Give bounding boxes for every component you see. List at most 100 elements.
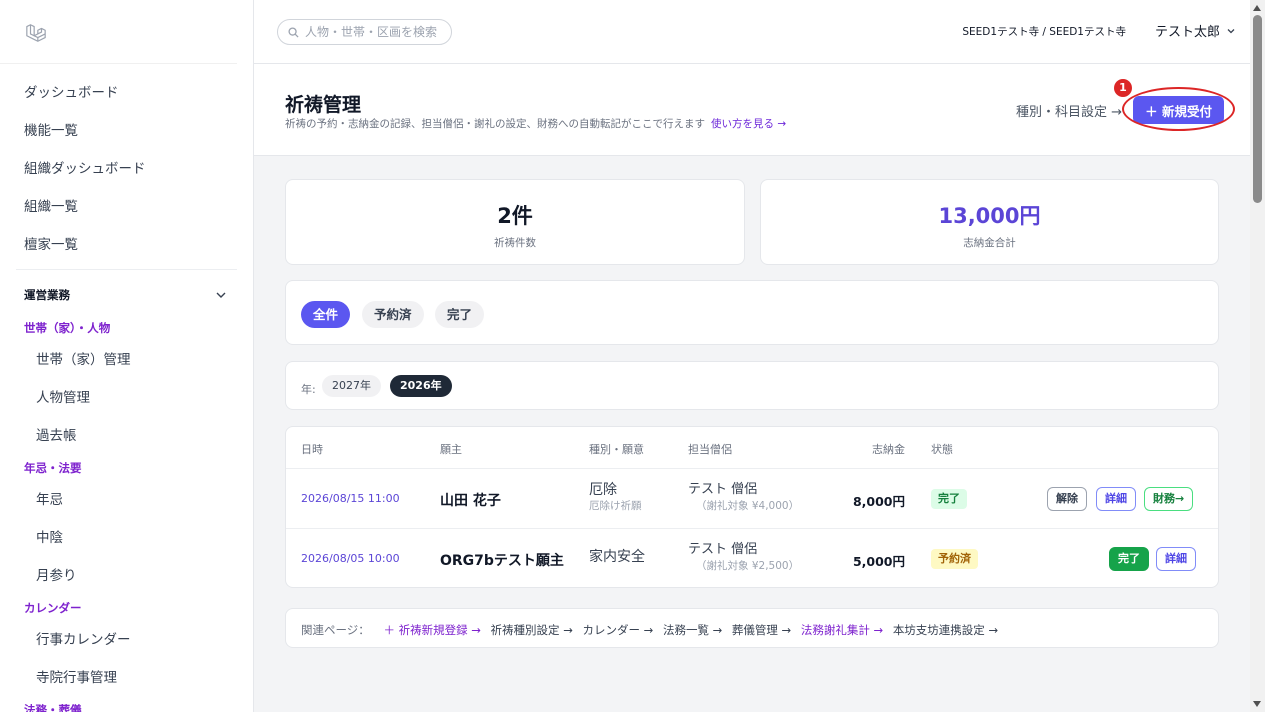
page-subtitle: 祈祷の予約・志納金の記録、担当僧侶・謝礼の設定、財務への自動転記がここで行えます… <box>285 116 786 131</box>
sidebar-item-household-mgmt[interactable]: 世帯（家）管理 <box>0 341 253 379</box>
page-title: 祈祷管理 <box>285 94 362 116</box>
sidebar-item-features[interactable]: 機能一覧 <box>0 112 253 150</box>
row-priest-fee: （謝礼対象 ¥4,000） <box>696 500 800 512</box>
sidebar-item-temple-events[interactable]: 寺院行事管理 <box>0 659 253 697</box>
col-header-status: 状態 <box>931 443 953 456</box>
table-row[interactable]: 2026/08/15 11:00 山田 花子 厄除 厄除け祈願 テスト 僧侶 （… <box>286 468 1218 528</box>
unlock-button[interactable]: 解除 <box>1047 487 1087 511</box>
year-filter-label: 年: <box>301 383 316 396</box>
related-pages: 関連ページ： ＋ 祈祷新規登録 → 祈祷種別設定 → カレンダー → 法務一覧 … <box>301 622 1004 638</box>
complete-button[interactable]: 完了 <box>1109 547 1149 571</box>
status-badge: 完了 <box>931 489 967 509</box>
row-patron: 山田 花子 <box>440 493 501 509</box>
new-reception-button[interactable]: ＋ 新規受付 <box>1133 96 1224 124</box>
page-scrollbar[interactable] <box>1250 0 1265 712</box>
filter-reserved[interactable]: 予約済 <box>362 301 424 328</box>
row-datetime[interactable]: 2026/08/05 10:00 <box>301 552 400 565</box>
finance-button[interactable]: 財務→ <box>1144 487 1194 511</box>
section-label: 運営業務 <box>24 288 70 302</box>
sidebar-group-calendar: カレンダー <box>24 601 82 615</box>
stat-count-label: 祈祷件数 <box>494 237 536 249</box>
col-header-kind: 種別・願意 <box>589 443 644 456</box>
related-link-calendar[interactable]: カレンダー → <box>583 623 654 637</box>
stat-count-value: 2件 <box>497 204 533 228</box>
scrollbar-thumb[interactable] <box>1253 15 1262 203</box>
stat-card-count: 2件 祈祷件数 <box>285 179 745 265</box>
scroll-up-arrow-icon[interactable] <box>1253 5 1261 11</box>
sidebar-item-org-list[interactable]: 組織一覧 <box>0 188 253 226</box>
sidebar-item-chuin[interactable]: 中陰 <box>0 519 253 557</box>
row-priest: テスト 僧侶 （謝礼対象 ¥2,500） <box>688 542 799 574</box>
col-header-priest: 担当僧侶 <box>688 443 732 456</box>
kito-table: 日時 願主 種別・願意 担当僧侶 志納金 状態 2026/08/15 11:00… <box>285 426 1219 588</box>
type-settings-link[interactable]: 種別・科目設定 → <box>1016 101 1122 120</box>
sidebar-divider <box>16 269 237 270</box>
row-kind-sub: 厄除け祈願 <box>589 500 642 512</box>
sidebar-item-kakocho[interactable]: 過去帳 <box>0 417 253 455</box>
row-kind-main: 家内安全 <box>589 549 645 565</box>
sidebar-item-nenki[interactable]: 年忌 <box>0 481 253 519</box>
related-label: 関連ページ： <box>301 623 370 637</box>
app-logo[interactable] <box>0 0 237 64</box>
sidebar-item-dashboard[interactable]: ダッシュボード <box>0 74 253 112</box>
row-patron: ORG7bテスト願主 <box>440 553 564 569</box>
search-input[interactable] <box>305 25 455 39</box>
chevron-down-icon <box>216 292 226 298</box>
status-badge: 予約済 <box>931 549 978 569</box>
year-filter-card: 年: 2027年 2026年 <box>285 361 1219 410</box>
row-priest: テスト 僧侶 （謝礼対象 ¥4,000） <box>688 482 799 514</box>
related-pages-card: 関連ページ： ＋ 祈祷新規登録 → 祈祷種別設定 → カレンダー → 法務一覧 … <box>285 608 1219 648</box>
page-header: 祈祷管理 祈祷の予約・志納金の記録、担当僧侶・謝礼の設定、財務への自動転記がここ… <box>254 64 1250 156</box>
row-datetime[interactable]: 2026/08/15 11:00 <box>301 492 400 505</box>
laravel-logo-icon <box>26 24 46 42</box>
row-amount: 8,000円 <box>852 494 905 509</box>
sidebar-item-person-mgmt[interactable]: 人物管理 <box>0 379 253 417</box>
sidebar-group-memorial: 年忌・法要 <box>24 461 82 475</box>
scroll-down-arrow-icon[interactable] <box>1253 701 1261 707</box>
user-menu[interactable]: テスト太郎 <box>1155 21 1236 40</box>
row-priest-name: テスト 僧侶 <box>688 542 758 557</box>
howto-link[interactable]: 使い方を見る → <box>711 118 786 130</box>
stat-total-value: 13,000円 <box>938 204 1041 228</box>
related-link-fee-summary[interactable]: 法務謝礼集計 → <box>801 623 883 637</box>
year-2027[interactable]: 2027年 <box>322 375 381 397</box>
chevron-down-icon <box>1227 28 1235 33</box>
related-link-kito-types[interactable]: 祈祷種別設定 → <box>491 623 573 637</box>
user-name: テスト太郎 <box>1154 25 1220 40</box>
search-icon <box>288 26 299 38</box>
sidebar-group-household: 世帯（家）・人物 <box>24 321 111 335</box>
related-link-funeral[interactable]: 葬儀管理 → <box>732 623 791 637</box>
filter-all[interactable]: 全件 <box>301 301 351 328</box>
sidebar-item-tsukimairi[interactable]: 月参り <box>0 557 253 595</box>
related-link-new-kito[interactable]: ＋ 祈祷新規登録 → <box>383 623 480 637</box>
page-subtitle-text: 祈祷の予約・志納金の記録、担当僧侶・謝礼の設定、財務への自動転記がここで行えます <box>285 118 705 130</box>
sidebar-item-danka-list[interactable]: 檀家一覧 <box>0 226 253 264</box>
col-header-amount: 志納金 <box>872 443 905 456</box>
detail-button[interactable]: 詳細 <box>1156 547 1196 571</box>
detail-button[interactable]: 詳細 <box>1096 487 1136 511</box>
row-amount: 5,000円 <box>852 554 905 569</box>
stat-card-total: 13,000円 志納金合計 <box>760 179 1219 265</box>
related-link-honbo-settings[interactable]: 本坊支坊連携設定 → <box>893 623 998 637</box>
tenant-label: SEED1テスト寺 / SEED1テスト寺 <box>962 26 1126 38</box>
filter-done[interactable]: 完了 <box>435 301 485 328</box>
sidebar-section-operations[interactable]: 運営業務 <box>0 275 253 315</box>
row-kind: 厄除 厄除け祈願 <box>589 482 642 514</box>
col-header-patron: 願主 <box>440 443 462 456</box>
table-row[interactable]: 2026/08/05 10:00 ORG7bテスト願主 家内安全 テスト 僧侶 … <box>286 528 1218 588</box>
sidebar: ダッシュボード 機能一覧 組織ダッシュボード 組織一覧 檀家一覧 運営業務 世帯… <box>0 0 254 712</box>
row-kind: 家内安全 <box>589 549 645 565</box>
row-kind-main: 厄除 <box>589 482 617 498</box>
row-priest-fee: （謝礼対象 ¥2,500） <box>696 560 800 572</box>
related-link-houmu-list[interactable]: 法務一覧 → <box>663 623 722 637</box>
sidebar-item-event-calendar[interactable]: 行事カレンダー <box>0 621 253 659</box>
row-priest-name: テスト 僧侶 <box>688 482 758 497</box>
sidebar-group-funeral: 法務・葬儀 <box>24 703 82 712</box>
annotation-number-badge: 1 <box>1114 79 1132 97</box>
status-filter-card: 全件 予約済 完了 <box>285 280 1219 345</box>
sidebar-item-org-dashboard[interactable]: 組織ダッシュボード <box>0 150 253 188</box>
year-2026[interactable]: 2026年 <box>390 375 452 397</box>
search-box[interactable] <box>277 19 455 45</box>
top-bar: SEED1テスト寺 / SEED1テスト寺 テスト太郎 <box>254 0 1250 64</box>
col-header-datetime: 日時 <box>301 443 323 456</box>
